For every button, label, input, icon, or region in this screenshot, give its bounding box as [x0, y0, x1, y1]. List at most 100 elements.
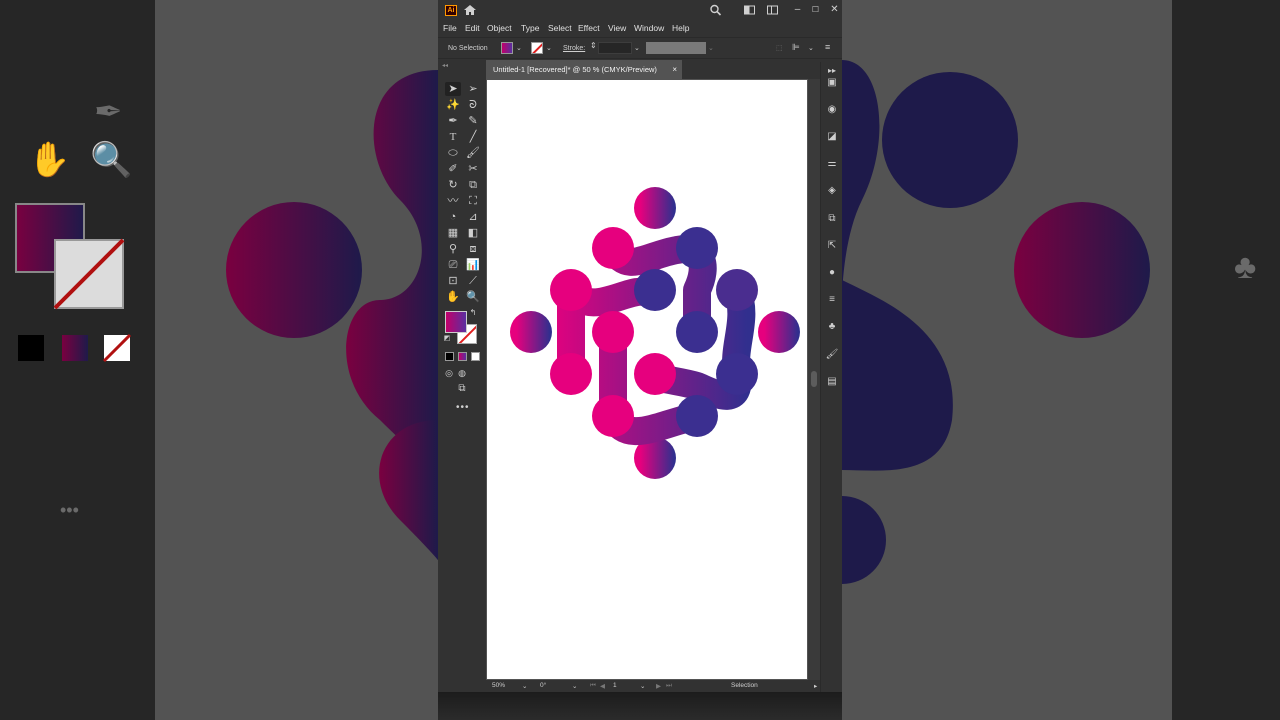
workspace-icon[interactable] — [766, 4, 779, 16]
symbols-icon[interactable]: ♣ — [825, 320, 839, 334]
blend-tool-icon[interactable]: ⧈ — [465, 242, 481, 256]
properties-icon[interactable]: ▣ — [825, 76, 839, 90]
stroke-stepper-icon[interactable]: ⇕ — [590, 41, 597, 50]
vertical-scrollbar[interactable] — [808, 79, 820, 680]
selection-tool-icon[interactable]: ➤ — [445, 82, 461, 96]
menu-file[interactable]: File — [443, 23, 457, 33]
panel-grip-icon[interactable]: ◂◂ — [442, 62, 480, 69]
zoom-level-field[interactable]: 50% — [492, 682, 505, 689]
appearance-icon[interactable]: ◉ — [825, 103, 839, 117]
pen-tool-icon[interactable]: ✒ — [445, 114, 461, 128]
close-icon[interactable]: ✕ — [828, 4, 841, 16]
color-icon[interactable]: ● — [825, 266, 839, 280]
fill-swatch[interactable] — [501, 42, 513, 54]
adjustments-icon[interactable]: ⚌ — [825, 157, 839, 171]
home-icon[interactable] — [463, 4, 477, 16]
edit-toolbar-icon[interactable]: ••• — [456, 402, 470, 413]
curvature-tool-icon[interactable]: ✎ — [465, 114, 481, 128]
minimize-icon[interactable]: – — [791, 4, 804, 16]
mesh-tool-icon[interactable]: ▦ — [445, 226, 461, 240]
line-tool-icon[interactable]: ╱ — [465, 130, 481, 144]
maximize-icon[interactable]: ☐ — [809, 4, 822, 16]
scissors-tool-icon[interactable]: ✂ — [465, 162, 481, 176]
artboard-tool-icon[interactable]: ⊡ — [445, 274, 461, 288]
scale-tool-icon[interactable]: ⧉ — [465, 178, 481, 192]
shaper-tool-icon[interactable]: ✐ — [445, 162, 461, 176]
color-mode-icon[interactable] — [445, 352, 454, 361]
magic-wand-tool-icon[interactable]: ✨ — [445, 98, 461, 112]
menu-help[interactable]: Help — [672, 23, 689, 33]
fill-color-box[interactable] — [445, 311, 467, 333]
artboard[interactable] — [487, 80, 807, 679]
artboard-number-field[interactable]: 1 — [613, 682, 617, 689]
first-artboard-icon[interactable]: ⏮ — [590, 682, 596, 690]
previous-artboard-icon[interactable]: ◀ — [600, 682, 605, 690]
align-panel-icon[interactable]: ≡ — [825, 293, 839, 307]
perspective-grid-tool-icon[interactable]: ⊿ — [465, 210, 481, 224]
stroke-label[interactable]: Stroke: — [563, 45, 585, 52]
arrange-documents-icon[interactable] — [743, 4, 756, 16]
transform-icon[interactable]: ⬚ — [776, 44, 783, 52]
change-screen-mode-icon[interactable]: ⧉ — [454, 382, 470, 396]
align-dropdown-icon[interactable]: ⌄ — [808, 44, 814, 52]
draw-behind-icon[interactable]: ◍ — [456, 366, 468, 380]
libraries-icon[interactable]: ▤ — [825, 375, 839, 389]
control-menu-icon[interactable]: ≡ — [825, 42, 830, 52]
layers-icon[interactable]: ◈ — [825, 184, 839, 198]
gradient-icon[interactable]: ◪ — [825, 130, 839, 144]
swap-colors-icon[interactable]: ↰ — [468, 308, 478, 318]
rotation-field[interactable]: 0° — [540, 682, 546, 689]
ellipse-tool-icon[interactable]: ⬭ — [445, 146, 461, 160]
menu-window[interactable]: Window — [634, 23, 664, 33]
paintbrush-tool-icon[interactable]: 🖌 — [465, 146, 481, 160]
artboard-dropdown-icon[interactable]: ⌄ — [640, 682, 645, 690]
direct-selection-tool-icon[interactable]: ➢ — [465, 82, 481, 96]
document-tab[interactable]: Untitled-1 [Recovered]* @ 50 % (CMYK/Pre… — [486, 60, 682, 79]
menu-edit[interactable]: Edit — [465, 23, 480, 33]
profile-dropdown-icon[interactable]: ⌄ — [708, 44, 714, 52]
next-artboard-icon[interactable]: ▶ — [656, 682, 661, 690]
brushes-icon[interactable]: 🖌 — [825, 348, 839, 362]
logo-dot-right[interactable] — [758, 311, 800, 353]
gradient-tool-icon[interactable]: ◧ — [465, 226, 481, 240]
zoom-tool-icon[interactable]: 🔍 — [465, 290, 481, 304]
menu-select[interactable]: Select — [548, 23, 572, 33]
canvas-workarea[interactable] — [486, 79, 820, 680]
menu-object[interactable]: Object — [487, 23, 512, 33]
menu-view[interactable]: View — [608, 23, 626, 33]
scrollbar-thumb[interactable] — [811, 371, 817, 387]
default-colors-icon[interactable]: ◩ — [442, 334, 452, 344]
stroke-weight-field[interactable] — [598, 42, 632, 54]
column-graph-tool-icon[interactable]: 📊 — [465, 258, 481, 272]
draw-normal-icon[interactable]: ◎ — [443, 366, 455, 380]
tab-close-icon[interactable]: × — [672, 60, 677, 79]
zoom-dropdown-icon[interactable]: ⌄ — [522, 682, 527, 690]
hand-tool-icon[interactable]: ✋ — [445, 290, 461, 304]
rotate-tool-icon[interactable]: ↻ — [445, 178, 461, 192]
warp-tool-icon[interactable]: 〰 — [445, 194, 461, 208]
variable-width-profile[interactable] — [646, 42, 706, 54]
asset-export-icon[interactable]: ⇱ — [825, 239, 839, 253]
status-menu-icon[interactable]: ▸ — [814, 682, 817, 690]
menu-effect[interactable]: Effect — [578, 23, 600, 33]
stroke-weight-dropdown-icon[interactable]: ⌄ — [634, 44, 640, 52]
lasso-tool-icon[interactable]: ᘐ — [465, 98, 481, 112]
search-icon[interactable] — [709, 4, 722, 16]
shape-builder-tool-icon[interactable]: ◔ — [445, 210, 461, 224]
eyedropper-tool-icon[interactable]: ⚲ — [445, 242, 461, 256]
stroke-dropdown-icon[interactable]: ⌄ — [546, 44, 552, 52]
symbol-sprayer-tool-icon[interactable]: ⎚ — [445, 258, 461, 272]
pathfinder-icon[interactable]: ⧉ — [825, 212, 839, 226]
menu-type[interactable]: Type — [521, 23, 539, 33]
slice-tool-icon[interactable]: ⟋ — [465, 274, 481, 288]
align-icon[interactable]: ⊫ — [792, 42, 800, 53]
logo-dot-top[interactable] — [634, 187, 676, 229]
none-mode-icon[interactable] — [471, 352, 480, 361]
last-artboard-icon[interactable]: ⏭ — [666, 682, 672, 690]
fill-dropdown-icon[interactable]: ⌄ — [516, 44, 522, 52]
rotation-dropdown-icon[interactable]: ⌄ — [572, 682, 577, 690]
stroke-swatch[interactable] — [531, 42, 543, 54]
logo-dot-left[interactable] — [510, 311, 552, 353]
free-transform-tool-icon[interactable]: ⛶ — [465, 194, 481, 208]
gradient-mode-icon[interactable] — [458, 352, 467, 361]
